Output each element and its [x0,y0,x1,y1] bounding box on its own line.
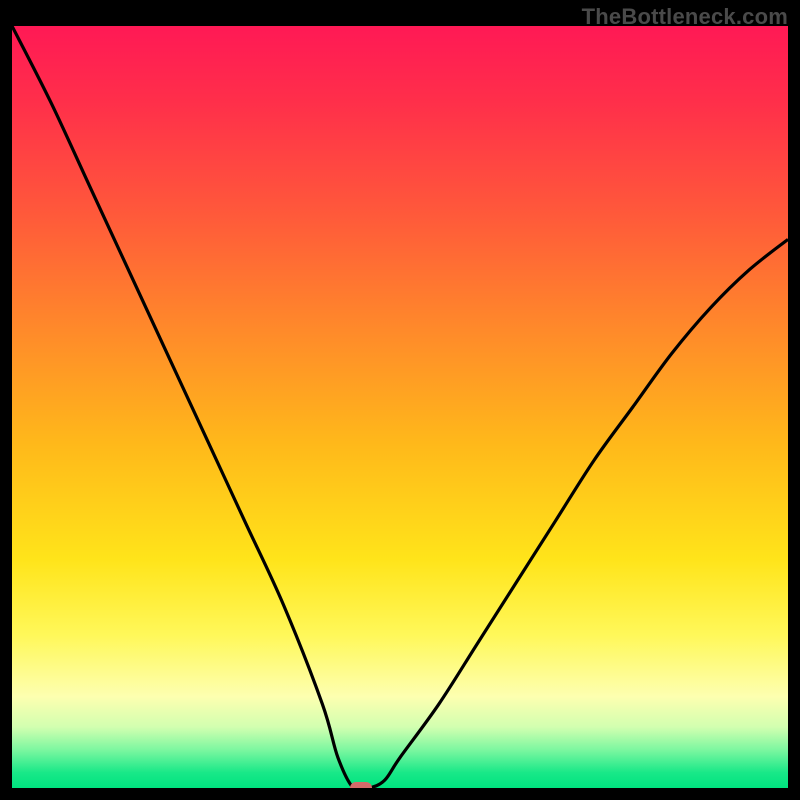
chart-frame: TheBottleneck.com [0,0,800,800]
plot-area [12,26,788,788]
watermark-text: TheBottleneck.com [582,4,788,30]
bottleneck-curve [12,26,788,788]
curve-path [12,26,788,788]
optimal-marker [350,782,372,788]
